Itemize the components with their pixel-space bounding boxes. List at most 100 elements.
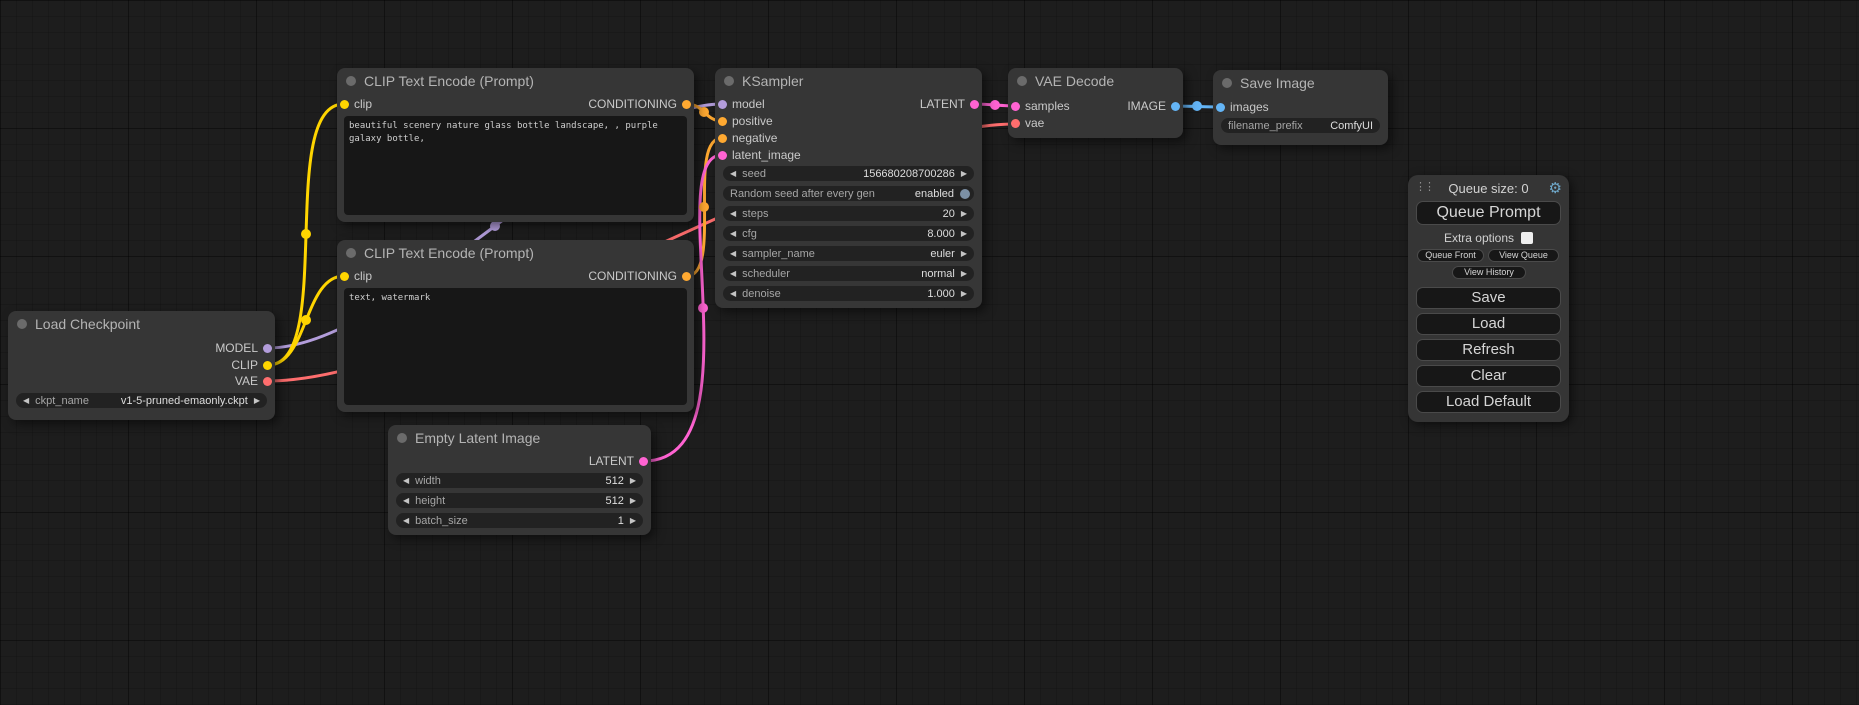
- node-titlebar[interactable]: Load Checkpoint: [8, 311, 275, 337]
- load-default-button[interactable]: Load Default: [1416, 391, 1561, 413]
- increment-icon[interactable]: ▶: [961, 169, 967, 178]
- decrement-icon[interactable]: ◀: [403, 516, 409, 525]
- slot-dot-negative[interactable]: [718, 134, 727, 143]
- slot-dot-model[interactable]: [718, 100, 727, 109]
- decrement-icon[interactable]: ◀: [730, 169, 736, 178]
- widget-filename-prefix[interactable]: filename_prefix ComfyUI: [1221, 118, 1380, 133]
- slot-dot-clip[interactable]: [263, 361, 272, 370]
- collapse-dot-icon[interactable]: [346, 76, 356, 86]
- widget-denoise[interactable]: ◀ denoise 1.000 ▶: [723, 286, 974, 301]
- node-titlebar[interactable]: Save Image: [1213, 70, 1388, 96]
- prompt-text-area[interactable]: beautiful scenery nature glass bottle la…: [344, 116, 687, 215]
- slot-dot-images[interactable]: [1216, 103, 1225, 112]
- input-slot-clip[interactable]: clip: [340, 268, 372, 284]
- node-vae-decode[interactable]: VAE Decode samples vae IMAGE: [1008, 68, 1183, 138]
- seed-control-toggle-icon[interactable]: [960, 189, 970, 199]
- slot-dot-clip[interactable]: [340, 100, 349, 109]
- slot-dot-latent[interactable]: [639, 457, 648, 466]
- prompt-text-area[interactable]: text, watermark: [344, 288, 687, 405]
- slot-dot-clip[interactable]: [340, 272, 349, 281]
- node-titlebar[interactable]: Empty Latent Image: [388, 425, 651, 451]
- input-slot-images[interactable]: images: [1216, 99, 1269, 115]
- node-save-image[interactable]: Save Image images filename_prefix ComfyU…: [1213, 70, 1388, 145]
- widget-steps[interactable]: ◀ steps 20 ▶: [723, 206, 974, 221]
- collapse-dot-icon[interactable]: [1222, 78, 1232, 88]
- slot-dot-image[interactable]: [1171, 102, 1180, 111]
- output-slot-conditioning[interactable]: CONDITIONING: [588, 96, 691, 112]
- collapse-dot-icon[interactable]: [724, 76, 734, 86]
- slot-dot-samples[interactable]: [1011, 102, 1020, 111]
- slot-dot-latent-image[interactable]: [718, 151, 727, 160]
- input-slot-clip[interactable]: clip: [340, 96, 372, 112]
- collapse-dot-icon[interactable]: [397, 433, 407, 443]
- slot-dot-vae[interactable]: [1011, 119, 1020, 128]
- node-load-checkpoint[interactable]: Load Checkpoint MODEL CLIP VAE ◀ ckpt_na…: [8, 311, 275, 420]
- node-titlebar[interactable]: CLIP Text Encode (Prompt): [337, 68, 694, 94]
- output-slot-image[interactable]: IMAGE: [1127, 98, 1180, 114]
- extra-options-checkbox[interactable]: [1521, 232, 1533, 244]
- increment-icon[interactable]: ▶: [961, 209, 967, 218]
- next-value-icon[interactable]: ▶: [961, 269, 967, 278]
- comfy-menu-panel[interactable]: ⋮⋮ Queue size: 0 ⚙ Queue Prompt Extra op…: [1408, 175, 1569, 422]
- decrement-icon[interactable]: ◀: [403, 476, 409, 485]
- view-queue-button[interactable]: View Queue: [1488, 249, 1559, 262]
- node-graph-canvas[interactable]: Load Checkpoint MODEL CLIP VAE ◀ ckpt_na…: [0, 0, 1859, 705]
- collapse-dot-icon[interactable]: [1017, 76, 1027, 86]
- node-titlebar[interactable]: VAE Decode: [1008, 68, 1183, 94]
- node-empty-latent-image[interactable]: Empty Latent Image LATENT ◀ width 512 ▶ …: [388, 425, 651, 535]
- input-slot-negative[interactable]: negative: [718, 130, 777, 146]
- settings-gear-icon[interactable]: ⚙: [1549, 179, 1562, 197]
- widget-cfg[interactable]: ◀ cfg 8.000 ▶: [723, 226, 974, 241]
- widget-height[interactable]: ◀ height 512 ▶: [396, 493, 643, 508]
- increment-icon[interactable]: ▶: [961, 229, 967, 238]
- collapse-dot-icon[interactable]: [17, 319, 27, 329]
- node-titlebar[interactable]: KSampler: [715, 68, 982, 94]
- prev-value-icon[interactable]: ◀: [730, 249, 736, 258]
- widget-batch-size[interactable]: ◀ batch_size 1 ▶: [396, 513, 643, 528]
- widget-seed[interactable]: ◀ seed 156680208700286 ▶: [723, 166, 974, 181]
- node-clip-text-encode-positive[interactable]: CLIP Text Encode (Prompt) clip CONDITION…: [337, 68, 694, 222]
- increment-icon[interactable]: ▶: [630, 476, 636, 485]
- collapse-dot-icon[interactable]: [346, 248, 356, 258]
- node-ksampler[interactable]: KSampler model positive negative latent_…: [715, 68, 982, 308]
- slot-dot-latent[interactable]: [970, 100, 979, 109]
- clear-button[interactable]: Clear: [1416, 365, 1561, 387]
- slot-dot-positive[interactable]: [718, 117, 727, 126]
- node-clip-text-encode-negative[interactable]: CLIP Text Encode (Prompt) clip CONDITION…: [337, 240, 694, 412]
- prev-value-icon[interactable]: ◀: [730, 269, 736, 278]
- increment-icon[interactable]: ▶: [630, 516, 636, 525]
- decrement-icon[interactable]: ◀: [403, 496, 409, 505]
- prev-value-icon[interactable]: ◀: [23, 396, 29, 405]
- slot-dot-vae[interactable]: [263, 377, 272, 386]
- input-slot-model[interactable]: model: [718, 96, 765, 112]
- increment-icon[interactable]: ▶: [630, 496, 636, 505]
- input-slot-samples[interactable]: samples: [1011, 98, 1070, 114]
- input-slot-positive[interactable]: positive: [718, 113, 773, 129]
- slot-dot-model[interactable]: [263, 344, 272, 353]
- decrement-icon[interactable]: ◀: [730, 209, 736, 218]
- output-slot-conditioning[interactable]: CONDITIONING: [588, 268, 691, 284]
- queue-front-button[interactable]: Queue Front: [1417, 249, 1484, 262]
- decrement-icon[interactable]: ◀: [730, 289, 736, 298]
- input-slot-latent-image[interactable]: latent_image: [718, 147, 801, 163]
- slot-dot-conditioning[interactable]: [682, 100, 691, 109]
- view-history-button[interactable]: View History: [1452, 266, 1526, 279]
- widget-scheduler[interactable]: ◀ scheduler normal ▶: [723, 266, 974, 281]
- increment-icon[interactable]: ▶: [961, 289, 967, 298]
- next-value-icon[interactable]: ▶: [254, 396, 260, 405]
- node-titlebar[interactable]: CLIP Text Encode (Prompt): [337, 240, 694, 266]
- next-value-icon[interactable]: ▶: [961, 249, 967, 258]
- output-slot-latent[interactable]: LATENT: [920, 96, 979, 112]
- widget-width[interactable]: ◀ width 512 ▶: [396, 473, 643, 488]
- slot-dot-conditioning[interactable]: [682, 272, 691, 281]
- queue-prompt-button[interactable]: Queue Prompt: [1416, 201, 1561, 225]
- widget-seed-control[interactable]: Random seed after every gen enabled: [723, 186, 974, 201]
- save-button[interactable]: Save: [1416, 287, 1561, 309]
- output-slot-vae[interactable]: VAE: [235, 373, 272, 389]
- output-slot-clip[interactable]: CLIP: [231, 357, 272, 373]
- output-slot-latent[interactable]: LATENT: [589, 453, 648, 469]
- widget-sampler-name[interactable]: ◀ sampler_name euler ▶: [723, 246, 974, 261]
- refresh-button[interactable]: Refresh: [1416, 339, 1561, 361]
- decrement-icon[interactable]: ◀: [730, 229, 736, 238]
- input-slot-vae[interactable]: vae: [1011, 115, 1044, 131]
